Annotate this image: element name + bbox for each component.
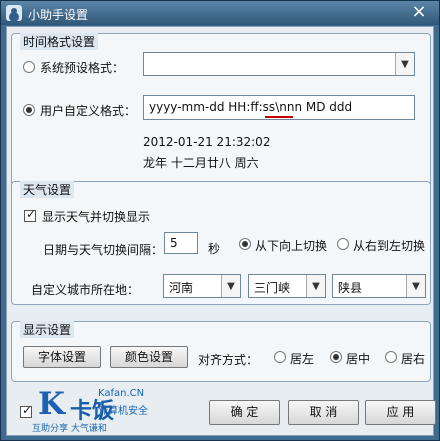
align-center-label: 居中: [346, 352, 371, 366]
interval-label: 日期与天气切换间隔：: [43, 243, 164, 257]
city-value: 三门峡: [254, 281, 291, 295]
time-preview-line-2: 龙年 十二月廿八 周六: [143, 156, 259, 170]
align-left-radio[interactable]: [274, 351, 286, 363]
settings-window: 小助手设置 × 时间格式设置 系统预设格式： ▼ 用户自定义格式： yyyy-m…: [0, 0, 440, 441]
custom-format-label: 用户自定义格式：: [40, 104, 137, 118]
interval-value: 5: [170, 236, 178, 250]
city-dropdown[interactable]: 三门峡 ▼: [248, 274, 326, 298]
system-preset-label: 系统预设格式：: [40, 61, 125, 75]
weather-group: 天气设置 显示天气并切换显示 日期与天气切换间隔： 5 秒 从下向上切换 从右到…: [11, 181, 431, 305]
chevron-down-icon: ▼: [306, 275, 325, 297]
close-icon[interactable]: ×: [407, 3, 431, 21]
province-dropdown[interactable]: 河南 ▼: [163, 274, 241, 298]
apply-button[interactable]: 应 用: [365, 400, 436, 425]
kafan-logo-subtitle: 计算机安全: [98, 406, 148, 417]
right-left-radio[interactable]: [337, 238, 349, 250]
time-format-group: 时间格式设置 系统预设格式： ▼ 用户自定义格式： yyyy-mm-dd HH:…: [11, 33, 431, 196]
bottom-up-label: 从下向上切换: [255, 239, 328, 253]
kafan-logo-tagline: 互助分享 大气谦和: [32, 424, 107, 434]
time-preview-line-1: 2012-01-21 21:32:02: [143, 135, 271, 149]
weather-group-title: 天气设置: [20, 181, 75, 198]
system-preset-dropdown[interactable]: ▼: [143, 52, 415, 76]
chevron-down-icon: ▼: [395, 53, 414, 75]
county-value: 陕县: [338, 281, 363, 295]
align-left-label: 居左: [290, 352, 315, 366]
city-location-label: 自定义城市所在地：: [31, 283, 140, 297]
app-icon: [6, 5, 22, 21]
ok-button[interactable]: 确 定: [209, 400, 280, 425]
display-group-title: 显示设置: [20, 321, 75, 338]
custom-format-value: yyyy-mm-dd HH:ff:ss\nnn MD ddd: [149, 100, 353, 114]
kafan-watermark-logo: K 卡饭 Kafan.CN 计算机安全 互助分享 大气谦和: [25, 372, 190, 440]
align-label: 对齐方式：: [198, 353, 259, 367]
right-left-label: 从右到左切换: [353, 239, 426, 253]
font-settings-button[interactable]: 字体设置: [23, 346, 101, 368]
interval-unit: 秒: [208, 242, 221, 256]
show-weather-label: 显示天气并切换显示: [42, 210, 151, 224]
interval-input[interactable]: 5: [164, 232, 198, 254]
province-value: 河南: [169, 281, 194, 295]
color-settings-button[interactable]: 颜色设置: [110, 346, 188, 368]
kafan-logo-site: Kafan.CN: [98, 388, 145, 399]
chevron-down-icon: ▼: [221, 275, 240, 297]
window-title: 小助手设置: [28, 8, 89, 22]
align-right-label: 居右: [401, 352, 426, 366]
align-center-radio[interactable]: [330, 351, 342, 363]
time-format-group-title: 时间格式设置: [20, 33, 99, 50]
spellcheck-underline: [265, 116, 293, 118]
title-bar: 小助手设置 ×: [1, 1, 439, 25]
cancel-button[interactable]: 取 消: [288, 400, 359, 425]
show-weather-checkbox[interactable]: [24, 207, 36, 222]
kafan-logo-mark: K: [38, 386, 65, 422]
chevron-down-icon: ▼: [406, 275, 425, 297]
align-right-radio[interactable]: [385, 351, 397, 363]
system-preset-radio[interactable]: [23, 61, 35, 73]
custom-format-radio[interactable]: [23, 104, 35, 116]
bottom-up-radio[interactable]: [239, 238, 251, 250]
county-dropdown[interactable]: 陕县 ▼: [332, 274, 426, 298]
